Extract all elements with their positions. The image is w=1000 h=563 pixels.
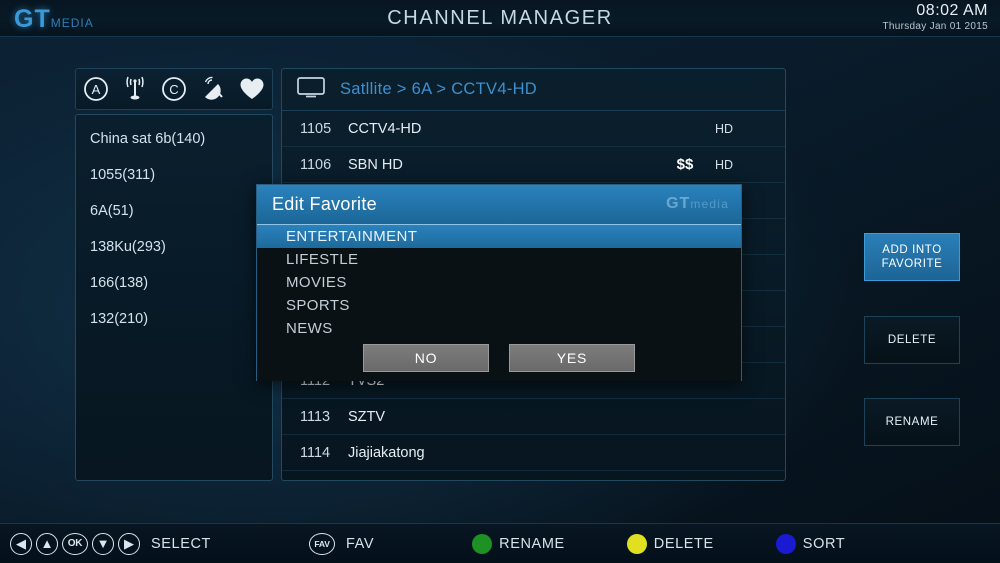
dialog-button-row: NO YES xyxy=(257,344,741,372)
channel-name: Jiajiakatong xyxy=(348,444,425,461)
sort-hint-group: SORT xyxy=(775,533,846,554)
circled-a-icon[interactable]: A xyxy=(81,74,111,104)
channel-name: SBN HD xyxy=(348,156,403,173)
antenna-icon[interactable] xyxy=(120,74,150,104)
dialog-header: Edit Favorite GTmedia xyxy=(257,185,741,225)
favorite-group-item-movies[interactable]: MOVIES xyxy=(257,271,741,294)
page-title: CHANNEL MANAGER xyxy=(387,7,613,29)
delete-button[interactable]: DELETE xyxy=(864,316,960,364)
svg-text:A: A xyxy=(91,82,100,97)
yellow-key-dot[interactable] xyxy=(626,533,647,554)
table-row[interactable]: 1105 CCTV4-HD HD xyxy=(282,111,785,147)
clock-time: 08:02 AM xyxy=(916,2,988,19)
channel-number: 1113 xyxy=(300,408,331,425)
rename-hint-group: RENAME xyxy=(472,533,565,554)
select-hint-label: SELECT xyxy=(151,535,212,552)
no-button[interactable]: NO xyxy=(363,344,489,372)
tv-icon xyxy=(296,76,326,103)
fav-hint-group: FAV FAV xyxy=(309,532,375,555)
ok-key-label: OK xyxy=(67,538,83,549)
satellite-dish-icon[interactable] xyxy=(198,74,228,104)
delete-hint-label: DELETE xyxy=(653,535,714,552)
favorite-group-item-entertainment[interactable]: ENTERTAINMENT xyxy=(257,225,741,248)
channel-hd-badge: HD xyxy=(715,121,734,136)
dialog-brand-logo: GTmedia xyxy=(666,195,729,213)
channel-number: 1105 xyxy=(300,120,332,137)
dialog-logo-gt: GT xyxy=(666,195,691,212)
sidebar-item-1[interactable]: 1055(311) xyxy=(76,157,272,193)
table-row[interactable]: 1106 SBN HD $$ HD xyxy=(282,147,785,183)
filter-icon-toolbar: A C xyxy=(75,68,273,110)
rename-button[interactable]: RENAME xyxy=(864,398,960,446)
rename-hint-label: RENAME xyxy=(499,535,565,552)
heart-icon[interactable] xyxy=(237,74,267,104)
fav-key-icon[interactable]: FAV xyxy=(309,532,336,555)
svg-text:C: C xyxy=(169,82,178,97)
add-into-favorite-button[interactable]: ADD INTO FAVORITE xyxy=(864,233,960,281)
fav-hint-label: FAV xyxy=(346,535,375,552)
breadcrumb: Satllite > 6A > CCTV4-HD xyxy=(282,69,785,111)
breadcrumb-path[interactable]: Satllite > 6A > CCTV4-HD xyxy=(340,80,537,99)
arrow-up-icon[interactable]: ▲ xyxy=(36,532,58,555)
channel-hd-badge: HD xyxy=(715,157,734,172)
sort-hint-label: SORT xyxy=(802,535,846,552)
arrow-left-icon[interactable]: ◀ xyxy=(10,532,32,555)
dialog-title: Edit Favorite xyxy=(272,194,377,214)
table-row[interactable]: 1114 Jiajiakatong xyxy=(282,435,785,471)
channel-number: 1114 xyxy=(300,444,331,461)
green-key-dot[interactable] xyxy=(472,533,493,554)
top-header-bar: GTmedia CHANNEL MANAGER 08:02 AM Thursda… xyxy=(0,0,1000,37)
channel-name: CCTV4-HD xyxy=(348,120,422,137)
satellite-list-panel: China sat 6b(140) 1055(311) 6A(51) 138Ku… xyxy=(75,114,273,481)
dialog-body: ENTERTAINMENT LIFESTLE MOVIES SPORTS NEW… xyxy=(257,225,741,381)
channel-pay-badge: $$ xyxy=(676,156,694,173)
arrow-right-icon[interactable]: ▶ xyxy=(118,532,140,555)
select-hint-group: ◀ ▲ OK ▼ ▶ SELECT xyxy=(10,532,212,555)
clock: 08:02 AM Thursday Jan 01 2015 xyxy=(882,2,988,32)
favorite-group-item-sports[interactable]: SPORTS xyxy=(257,294,741,317)
favorite-group-item-lifestle[interactable]: LIFESTLE xyxy=(257,248,741,271)
sidebar-item-0[interactable]: China sat 6b(140) xyxy=(76,121,272,157)
yes-button[interactable]: YES xyxy=(509,344,635,372)
channel-name: SZTV xyxy=(348,408,386,425)
ok-key-icon[interactable]: OK xyxy=(62,532,88,555)
table-row[interactable]: 1113 SZTV xyxy=(282,399,785,435)
bottom-help-bar: ◀ ▲ OK ▼ ▶ SELECT FAV FAV RENAME DELETE … xyxy=(0,523,1000,563)
sidebar-item-4[interactable]: 166(138) xyxy=(76,265,272,301)
edit-favorite-dialog: Edit Favorite GTmedia ENTERTAINMENT LIFE… xyxy=(256,184,742,381)
sidebar-item-2[interactable]: 6A(51) xyxy=(76,193,272,229)
clock-date: Thursday Jan 01 2015 xyxy=(882,21,988,32)
dialog-logo-media: media xyxy=(690,197,729,211)
sidebar-item-5[interactable]: 132(210) xyxy=(76,301,272,337)
arrow-down-icon[interactable]: ▼ xyxy=(92,532,114,555)
circled-c-icon[interactable]: C xyxy=(159,74,189,104)
channel-manager-screen: GTmedia CHANNEL MANAGER 08:02 AM Thursda… xyxy=(0,0,1000,563)
blue-key-dot[interactable] xyxy=(775,533,796,554)
delete-hint-group: DELETE xyxy=(626,533,714,554)
favorite-group-item-news[interactable]: NEWS xyxy=(257,317,741,340)
fav-key-label: FAV xyxy=(314,538,330,549)
sidebar-item-3[interactable]: 138Ku(293) xyxy=(76,229,272,265)
channel-number: 1106 xyxy=(300,156,332,173)
